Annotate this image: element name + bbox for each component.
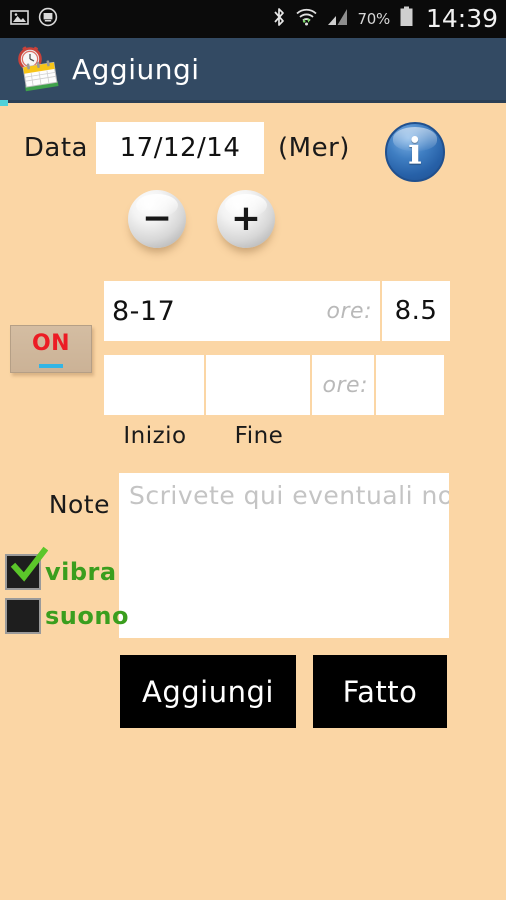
ore-label-cell-row2: ore:: [312, 355, 374, 415]
inizio-sublabel: Inizio: [123, 423, 187, 449]
on-toggle-label: ON: [31, 330, 71, 356]
checkbox-suono[interactable]: [5, 598, 41, 634]
ore-label-row1: ore:: [326, 298, 372, 324]
screen-record-icon: [38, 7, 58, 31]
on-toggle-indicator: [39, 363, 63, 368]
minus-circle-icon[interactable]: −: [128, 190, 186, 248]
range-value-row1: 8-17: [112, 295, 176, 327]
fine-sublabel: Fine: [234, 423, 284, 449]
info-glyph: i: [408, 131, 422, 173]
check-icon: [10, 546, 48, 582]
hours-field-row1[interactable]: 8.5: [382, 281, 450, 341]
time-row-2: ore:: [104, 355, 444, 415]
status-bar-right-icons: 70% 14:39: [272, 3, 498, 33]
note-label: Note: [48, 490, 110, 519]
checkbox-label-suono: suono: [45, 602, 129, 630]
battery-percent-label: 70%: [357, 10, 391, 28]
app-bar-title: Aggiungi: [72, 52, 200, 86]
status-bar: 70% 14:39: [0, 0, 506, 38]
info-icon-button[interactable]: i: [385, 122, 445, 182]
plus-circle-icon[interactable]: +: [217, 190, 275, 248]
date-input[interactable]: 17/12/14: [96, 122, 264, 174]
fine-field[interactable]: [206, 355, 310, 415]
checkbox-vibra[interactable]: [5, 546, 48, 590]
range-field-row1[interactable]: 8-17 ore:: [104, 281, 380, 341]
wifi-icon: [295, 7, 318, 31]
signal-icon: [327, 7, 349, 31]
status-bar-left-icons: [10, 7, 58, 31]
done-button[interactable]: Fatto: [313, 655, 447, 728]
note-placeholder: Scrivete qui eventuali note: [129, 481, 449, 510]
image-icon: [10, 8, 29, 31]
date-stepper: − +: [128, 190, 275, 248]
note-textarea[interactable]: Scrivete qui eventuali note: [119, 473, 449, 638]
date-label: Data: [23, 133, 88, 163]
app-bar-divider: [0, 100, 506, 103]
minus-glyph: −: [141, 198, 173, 239]
battery-icon: [399, 6, 414, 32]
checkbox-row-suono[interactable]: suono: [5, 598, 129, 634]
status-clock: 14:39: [425, 3, 498, 33]
plus-glyph: +: [230, 198, 262, 239]
checkbox-label-vibra: vibra: [45, 558, 117, 586]
clock-calendar-icon: [13, 46, 59, 92]
time-grid-sublabels: Inizio Fine: [104, 423, 404, 449]
hours-field-row2[interactable]: [376, 355, 444, 415]
bluetooth-icon: [272, 6, 286, 32]
ore-label-row2: ore:: [322, 372, 368, 398]
weekday-label: (Mer): [278, 133, 350, 163]
app-bar-accent: [0, 100, 8, 106]
time-row-1: 8-17 ore: 8.5: [104, 281, 450, 341]
app-bar: Aggiungi: [0, 38, 506, 100]
add-button[interactable]: Aggiungi: [120, 655, 296, 728]
app-screen: 70% 14:39 Aggiungi Data 17/12/14 (Mer) i…: [0, 0, 506, 900]
checkbox-row-vibra[interactable]: vibra: [5, 546, 117, 590]
on-toggle-button[interactable]: ON: [10, 325, 92, 373]
inizio-field[interactable]: [104, 355, 204, 415]
